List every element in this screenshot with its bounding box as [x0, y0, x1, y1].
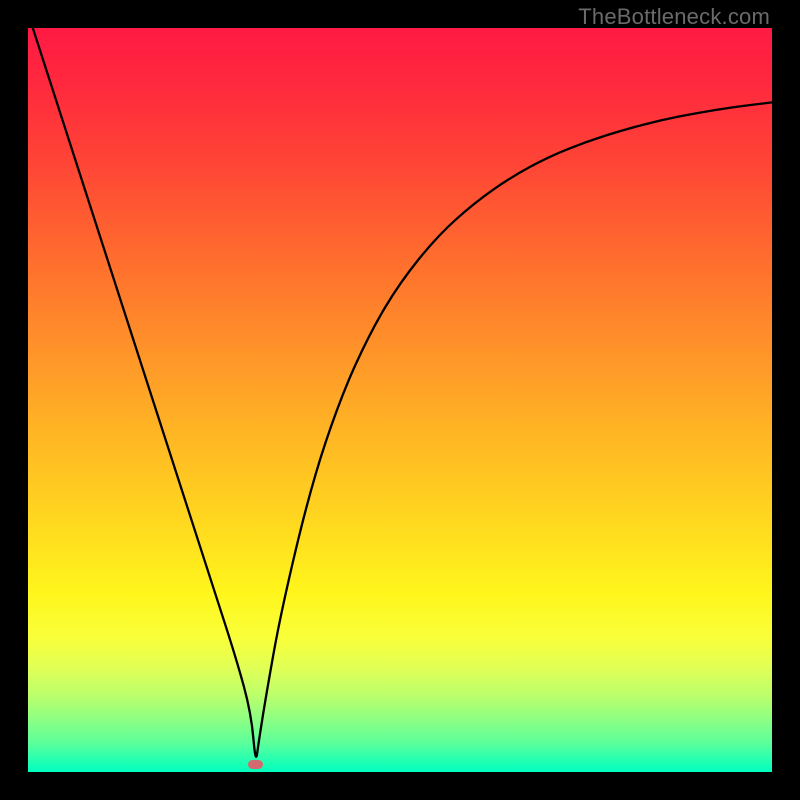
watermark-text: TheBottleneck.com — [578, 4, 770, 30]
optimum-marker — [248, 760, 263, 769]
plot-area — [28, 28, 772, 772]
chart-frame: TheBottleneck.com — [0, 0, 800, 800]
bottleneck-curve — [28, 28, 772, 772]
